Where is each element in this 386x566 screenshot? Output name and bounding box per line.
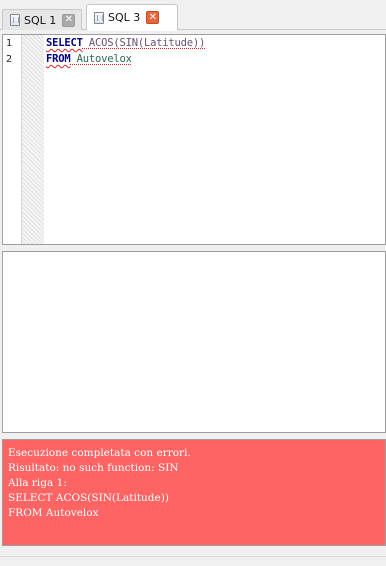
error-query-line: SELECT ACOS(SIN(Latitude))	[8, 492, 169, 504]
tab-sql-3[interactable]: SQL 3 ✕	[86, 4, 178, 31]
error-location: Alla riga 1:	[8, 477, 67, 489]
document-icon	[94, 11, 104, 24]
close-icon[interactable]: ✕	[146, 11, 160, 24]
error-status: Esecuzione completata con errori.	[8, 447, 191, 459]
close-icon[interactable]: ✕	[62, 13, 76, 27]
line-number-column	[3, 35, 21, 244]
error-message-pane: Esecuzione completata con errori. Risult…	[2, 439, 386, 546]
tab-label: SQL 1	[24, 13, 57, 27]
line-number: 2	[6, 54, 13, 65]
status-divider	[0, 556, 386, 557]
code-line: FROM Autovelox	[46, 53, 132, 65]
code-line: SELECT ACOS(SIN(Latitude))	[46, 37, 205, 49]
line-number: 1	[6, 38, 13, 49]
tab-label: SQL 3	[108, 11, 141, 24]
gutter-separator	[21, 35, 22, 244]
error-query-line: FROM Autovelox	[8, 507, 99, 519]
sql-table-name: Autovelox	[70, 53, 132, 65]
tab-bar: SQL 1 ✕ SQL 3 ✕	[0, 0, 386, 31]
sql-keyword: SELECT	[46, 37, 83, 49]
document-icon	[10, 14, 20, 26]
results-pane[interactable]	[2, 251, 386, 433]
tab-sql-1[interactable]: SQL 1 ✕	[2, 9, 82, 30]
sql-keyword: FROM	[46, 53, 71, 65]
sql-editor[interactable]: 1 2 SELECT ACOS(SIN(Latitude)) FROM Auto…	[2, 34, 386, 245]
editor-gutter	[3, 35, 44, 244]
sql-expression: ACOS(SIN(Latitude))	[82, 37, 206, 49]
error-result: Risultato: no such function: SIN	[8, 462, 179, 474]
